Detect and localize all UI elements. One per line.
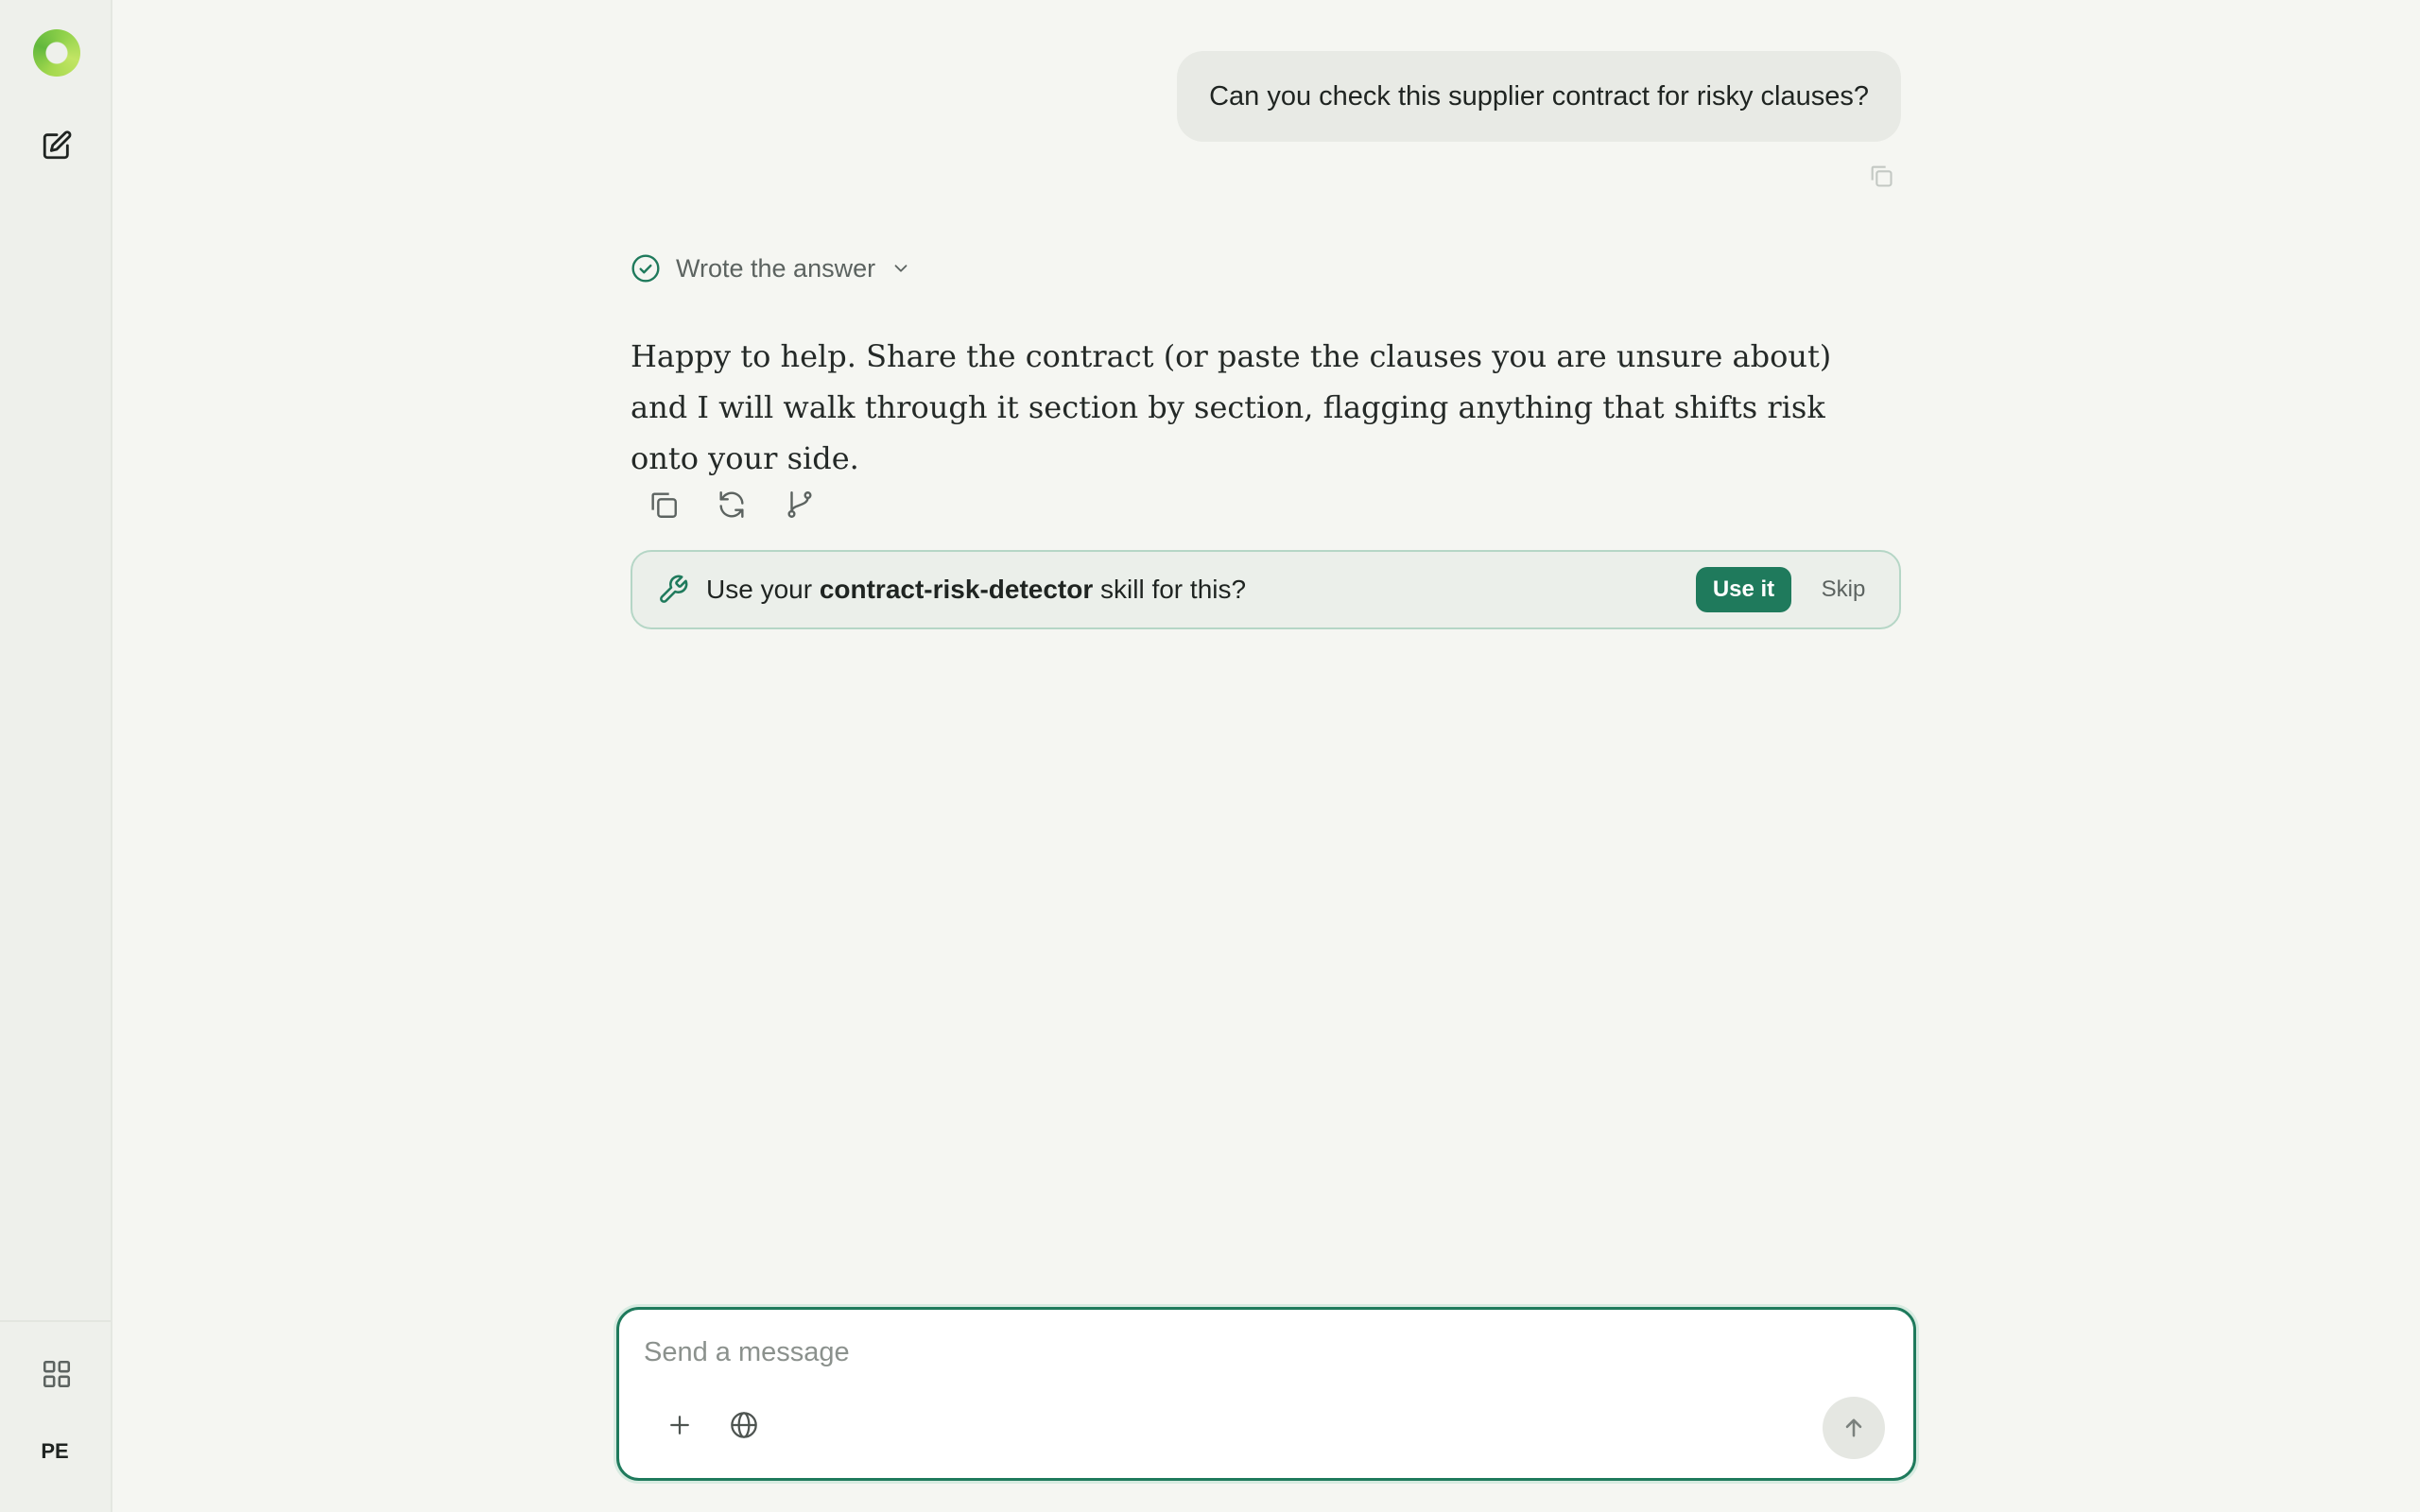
arrow-up-icon [1845, 1418, 1862, 1437]
copy-button[interactable] [643, 484, 684, 525]
chevron-down-icon [890, 258, 911, 279]
new-chat-icon [43, 130, 72, 160]
skill-suffix: skill for this? [1093, 575, 1247, 604]
message-input[interactable] [644, 1329, 1873, 1376]
app-logo[interactable] [33, 29, 80, 77]
branch-icon [787, 491, 812, 518]
answer-status-label: Wrote the answer [676, 253, 876, 283]
regenerate-button[interactable] [711, 484, 752, 525]
skill-name: contract-risk-detector [819, 575, 1094, 604]
answer-status-toggle[interactable]: Wrote the answer [631, 248, 911, 289]
sidebar: PE [0, 0, 112, 1512]
skill-suggestion-text: Use your contract-risk-detector skill fo… [706, 575, 1696, 605]
skill-suggestion: Use your contract-risk-detector skill fo… [631, 550, 1901, 629]
copy-icon [651, 492, 677, 518]
sidebar-divider [0, 1320, 111, 1322]
copy-icon [1871, 165, 1893, 187]
apps-button[interactable] [34, 1351, 79, 1397]
web-search-button[interactable] [723, 1404, 765, 1446]
message-composer [616, 1307, 1916, 1481]
attach-button[interactable] [659, 1404, 700, 1446]
skill-prefix: Use your [706, 575, 820, 604]
regenerate-icon [719, 491, 744, 518]
plus-icon [670, 1416, 689, 1435]
send-button[interactable] [1823, 1397, 1885, 1459]
wrench-icon [660, 575, 688, 603]
apps-grid-icon [43, 1360, 71, 1388]
copy-user-message-button[interactable] [1866, 161, 1896, 191]
new-chat-button[interactable] [36, 125, 78, 166]
composer-tools [659, 1404, 765, 1446]
use-skill-button[interactable]: Use it [1696, 567, 1791, 612]
assistant-message: Happy to help. Share the contract (or pa… [631, 338, 1832, 476]
message-actions [643, 484, 821, 525]
avatar[interactable]: PE [30, 1427, 79, 1476]
globe-icon [731, 1412, 757, 1438]
branch-button[interactable] [779, 484, 821, 525]
user-message: Can you check this supplier contract for… [1177, 51, 1901, 142]
skip-skill-button[interactable]: Skip [1806, 567, 1880, 612]
check-circle-icon [631, 254, 660, 283]
